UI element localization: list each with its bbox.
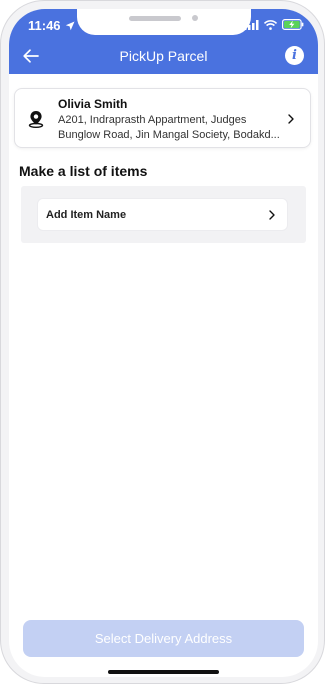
front-camera — [192, 15, 198, 21]
speaker-grille — [129, 16, 181, 21]
signal-icon — [244, 19, 259, 30]
phone-frame: 11:46 PickUp Parcel i Olivia Smith A201,… — [0, 0, 325, 684]
app-header: 11:46 PickUp Parcel i — [9, 9, 318, 74]
items-section-title: Make a list of items — [19, 163, 148, 179]
add-item-button[interactable]: Add Item Name — [37, 198, 288, 231]
address-line-2: Bunglow Road, Jin Mangal Society, Bodakd… — [58, 129, 280, 141]
page-title: PickUp Parcel — [119, 48, 208, 64]
chevron-right-icon — [269, 210, 275, 220]
chevron-right-icon — [288, 114, 294, 124]
address-line-1: A201, Indraprasth Appartment, Judges — [58, 114, 247, 126]
info-icon[interactable]: i — [285, 46, 304, 65]
contact-name: Olivia Smith — [58, 97, 128, 111]
wifi-icon — [264, 19, 277, 30]
select-delivery-address-button[interactable]: Select Delivery Address — [23, 620, 304, 657]
pickup-address-card[interactable]: Olivia Smith A201, Indraprasth Appartmen… — [14, 88, 311, 148]
header-nav-row: PickUp Parcel i — [9, 43, 318, 71]
add-item-label: Add Item Name — [46, 209, 127, 221]
battery-charging-icon — [282, 19, 304, 30]
location-arrow-icon — [65, 21, 75, 30]
app-screen: 11:46 PickUp Parcel i Olivia Smith A201,… — [9, 9, 318, 677]
home-indicator — [108, 670, 219, 674]
device-notch — [77, 9, 251, 35]
items-list-panel: Add Item Name — [21, 186, 306, 243]
status-time-text: 11:46 — [28, 18, 61, 33]
location-pin-icon — [28, 111, 44, 128]
status-time: 11:46 — [28, 18, 75, 33]
status-icons — [244, 19, 304, 30]
